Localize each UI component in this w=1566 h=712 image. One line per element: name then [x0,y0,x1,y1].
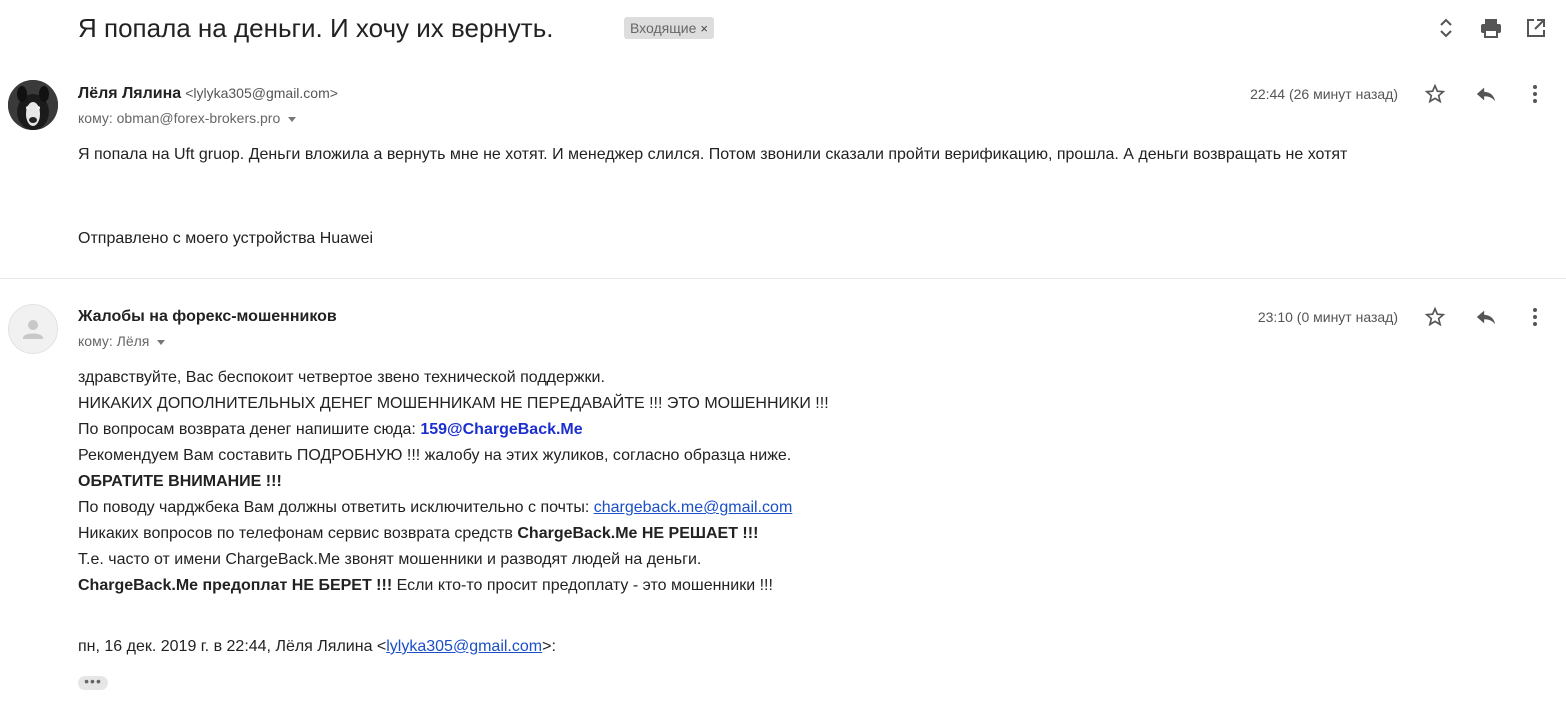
email-link[interactable]: lylyka305@gmail.com [386,638,542,655]
message-divider [0,278,1566,279]
body-text: По поводу чарджбека Вам должны ответить … [78,499,594,516]
print-icon[interactable] [1477,14,1505,42]
thread-subject: Я попала на деньги. И хочу их вернуть. [78,13,554,43]
body-line: здравствуйте, Вас беспокоит четвертое зв… [78,369,605,386]
recipient-line[interactable]: кому: Лёля [78,333,166,349]
star-icon[interactable] [1422,81,1448,107]
avatar[interactable] [8,304,58,354]
body-text: ChargeBack.Me НЕ РЕШАЕТ !!! [517,525,759,542]
message-time: 22:44 (26 минут назад) [1250,86,1398,102]
open-in-new-icon[interactable] [1522,14,1550,42]
message-time: 23:10 (0 минут назад) [1257,309,1398,325]
body-line: Т.е. часто от имени ChargeBack.Me звонят… [78,551,702,568]
sender-name[interactable]: Жалобы на форекс-мошенников [78,308,337,326]
sender-name-text: Лёля Лялина [78,85,182,102]
reply-icon[interactable] [1473,81,1499,107]
recipient-text: кому: Лёля [78,333,150,349]
body-line: Никаких вопросов по телефонам сервис воз… [78,521,758,547]
label-chip-text: Входящие [630,20,697,36]
chevron-down-icon[interactable] [157,339,166,345]
body-text: пн, 16 дек. 2019 г. в 22:44, Лёля Лялина… [78,638,387,655]
body-text: >: [542,638,556,655]
remove-label-icon[interactable]: × [700,21,708,36]
body-text: Никаких вопросов по телефонам сервис воз… [78,525,518,542]
email-link[interactable]: 159@ChargeBack.Me [420,421,582,438]
sender-email: <lylyka305@gmail.com> [185,85,338,101]
body-line: По вопросам возврата денег напишите сюда… [78,417,583,443]
email-link[interactable]: chargeback.me@gmail.com [594,499,793,516]
body-line: ChargeBack.Me предоплат НЕ БЕРЕТ !!! Есл… [78,573,773,599]
avatar[interactable] [8,80,58,130]
message-signature: Отправлено с моего устройства Huawei [78,230,374,247]
recipient-text: кому: obman@forex-brokers.pro [78,110,281,126]
message-body: Я попала на Uft gruop. Деньги вложила а … [78,146,1348,163]
body-text: По вопросам возврата денег напишите сюда… [78,421,421,438]
recipient-line[interactable]: кому: obman@forex-brokers.pro [78,110,297,126]
body-text: ChargeBack.Me предоплат НЕ БЕРЕТ !!! [78,577,393,594]
reply-icon[interactable] [1473,304,1499,330]
more-vert-icon[interactable] [1522,304,1548,330]
unfold-icon[interactable] [1432,14,1460,42]
star-icon[interactable] [1422,304,1448,330]
sender-name[interactable]: Лёля Лялина <lylyka305@gmail.com> [78,85,338,103]
body-line: Рекомендуем Вам составить ПОДРОБНУЮ !!! … [78,447,792,464]
show-trimmed-content-button[interactable]: ••• [78,674,108,690]
quote-attribution: пн, 16 дек. 2019 г. в 22:44, Лёля Лялина… [78,634,556,660]
body-line: ОБРАТИТЕ ВНИМАНИЕ !!! [78,469,282,495]
body-line: НИКАКИХ ДОПОЛНИТЕЛЬНЫХ ДЕНЕГ МОШЕННИКАМ … [78,395,829,412]
body-text: Если кто-то просит предоплату - это моше… [392,577,773,594]
more-vert-icon[interactable] [1522,81,1548,107]
label-chip-inbox[interactable]: Входящие × [624,17,714,39]
chevron-down-icon[interactable] [288,116,297,122]
body-text: ОБРАТИТЕ ВНИМАНИЕ !!! [78,473,282,490]
body-line: По поводу чарджбека Вам должны ответить … [78,495,792,521]
